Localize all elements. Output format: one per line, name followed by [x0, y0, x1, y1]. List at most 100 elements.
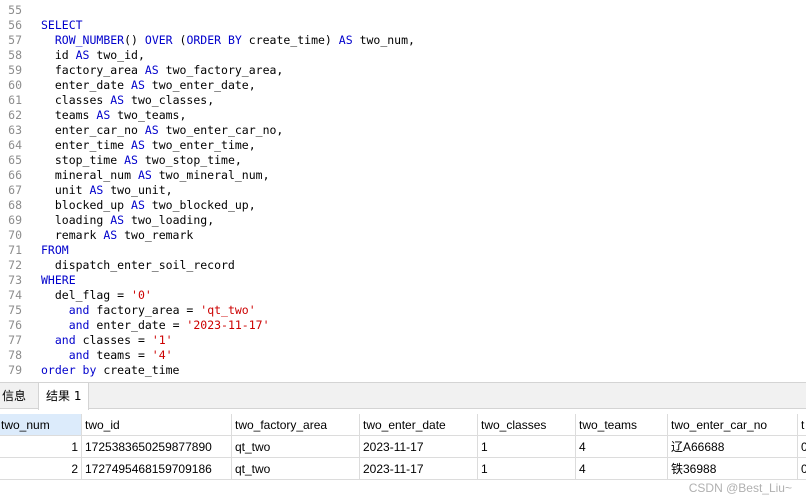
column-header-t[interactable]: t — [798, 414, 806, 436]
code-line[interactable]: 71 FROM — [0, 243, 806, 258]
sql-keyword: AS — [144, 63, 159, 77]
table-row[interactable]: 2 1727495468159709186 qt_two 2023-11-17 1 4 铁3… — [0, 458, 806, 480]
code-line[interactable]: 61 classes AS two_classes, — [0, 93, 806, 108]
table-cell[interactable]: 辽A66688 — [668, 436, 798, 458]
code-text: SELECT — [41, 18, 83, 33]
sql-token: two_stop_time, — [137, 153, 242, 167]
code-line[interactable]: 73 WHERE — [0, 273, 806, 288]
line-number: 76 — [8, 318, 22, 332]
code-line[interactable]: 70 remark AS two_remark — [0, 228, 806, 243]
table-cell[interactable]: 4 — [576, 436, 668, 458]
sql-token: two_enter_time, — [144, 138, 256, 152]
table-cell[interactable]: 1 — [478, 436, 576, 458]
code-text: dispatch_enter_soil_record — [41, 258, 235, 273]
sql-string: 'qt_two' — [200, 303, 256, 317]
code-line[interactable]: 69 loading AS two_loading, — [0, 213, 806, 228]
line-number: 77 — [8, 333, 22, 347]
code-line[interactable]: 59 factory_area AS two_factory_area, — [0, 63, 806, 78]
sql-token: two_remark — [117, 228, 194, 242]
code-line[interactable]: 74 del_flag = '0' — [0, 288, 806, 303]
sql-keyword: FROM — [41, 243, 69, 257]
sql-keyword: AS — [89, 183, 104, 197]
sql-keyword: WHERE — [41, 273, 76, 287]
sql-keyword: order by — [41, 363, 97, 377]
code-line[interactable]: 67 unit AS two_unit, — [0, 183, 806, 198]
table-row[interactable]: 1 1725383650259877890 qt_two 2023-11-17 1 4 辽A… — [0, 436, 806, 458]
code-line[interactable]: 62 teams AS two_teams, — [0, 108, 806, 123]
code-line[interactable]: 65 stop_time AS two_stop_time, — [0, 153, 806, 168]
code-line[interactable]: 55 — [0, 3, 806, 18]
table-cell[interactable]: qt_two — [232, 458, 360, 480]
sql-editor[interactable]: 55 56 SELECT 57 ROW_NUMBER() OVER (ORDER BY… — [0, 0, 806, 381]
sql-token: mineral_num — [41, 168, 138, 182]
code-text: del_flag = '0' — [41, 288, 152, 303]
sql-token: remark — [41, 228, 104, 242]
code-line[interactable]: 63 enter_car_no AS two_enter_car_no, — [0, 123, 806, 138]
sql-token: del_flag = — [41, 288, 132, 302]
column-header-two-classes[interactable]: two_classes — [478, 414, 576, 436]
code-line[interactable]: 56 SELECT — [0, 18, 806, 33]
sql-token: stop_time — [41, 153, 125, 167]
table-cell[interactable]: 铁36988 — [668, 458, 798, 480]
sql-keyword: AS — [338, 33, 353, 47]
code-text: loading AS two_loading, — [41, 213, 214, 228]
table-cell[interactable]: 1727495468159709186 — [82, 458, 232, 480]
code-line[interactable]: 60 enter_date AS two_enter_date, — [0, 78, 806, 93]
line-number: 60 — [8, 78, 22, 92]
line-number: 65 — [8, 153, 22, 167]
sql-token: enter_car_no — [41, 123, 145, 137]
csdn-watermark: CSDN @Best_Liu~ — [688, 481, 792, 495]
code-text: and factory_area = 'qt_two' — [41, 303, 256, 318]
code-line[interactable]: 58 id AS two_id, — [0, 48, 806, 63]
table-cell[interactable]: 2023-11-17 — [360, 458, 478, 480]
table-cell[interactable]: qt_two — [232, 436, 360, 458]
code-line[interactable]: 79 order by create_time — [0, 363, 806, 378]
code-line[interactable]: 78 and teams = '4' — [0, 348, 806, 363]
column-header-two-num[interactable]: two_num — [0, 414, 82, 436]
line-number: 62 — [8, 108, 22, 122]
column-header-two-enter-date[interactable]: two_enter_date — [360, 414, 478, 436]
tab-result-1[interactable]: 结果 1 — [38, 383, 90, 410]
table-cell[interactable]: 2023-11-17 — [360, 436, 478, 458]
code-text: id AS two_id, — [41, 48, 145, 63]
column-header-two-teams[interactable]: two_teams — [576, 414, 668, 436]
code-line[interactable]: 57 ROW_NUMBER() OVER (ORDER BY create_ti… — [0, 33, 806, 48]
tab-info[interactable]: 信息 — [0, 383, 32, 409]
code-line[interactable]: 72 dispatch_enter_soil_record — [0, 258, 806, 273]
sql-token: () — [124, 33, 145, 47]
table-cell[interactable]: 0 — [798, 436, 806, 458]
column-header-two-factory-area[interactable]: two_factory_area — [232, 414, 360, 436]
sql-keyword: AS — [131, 78, 145, 92]
line-number: 70 — [8, 228, 22, 242]
sql-keyword: AS — [137, 168, 152, 182]
code-text: teams AS two_teams, — [41, 108, 187, 123]
table-cell[interactable]: 4 — [576, 458, 668, 480]
code-line[interactable]: 77 and classes = '1' — [0, 333, 806, 348]
line-number: 63 — [8, 123, 22, 137]
table-cell[interactable]: 1725383650259877890 — [82, 436, 232, 458]
code-text: enter_date AS two_enter_date, — [41, 78, 256, 93]
code-line[interactable]: 64 enter_time AS two_enter_time, — [0, 138, 806, 153]
table-cell[interactable]: 2 — [0, 458, 82, 480]
sql-token: two_id, — [89, 48, 145, 62]
sql-keyword: AS — [131, 138, 145, 152]
table-cell[interactable]: 1 — [478, 458, 576, 480]
column-header-two-id[interactable]: two_id — [82, 414, 232, 436]
code-line[interactable]: 68 blocked_up AS two_blocked_up, — [0, 198, 806, 213]
code-line[interactable]: 75 and factory_area = 'qt_two' — [0, 303, 806, 318]
code-line[interactable]: 76 and enter_date = '2023-11-17' — [0, 318, 806, 333]
sql-keyword: AS — [131, 198, 145, 212]
sql-string: '0' — [131, 288, 152, 302]
table-cell[interactable]: 0 — [798, 458, 806, 480]
code-text: enter_time AS two_enter_time, — [41, 138, 256, 153]
column-header-two-enter-car-no[interactable]: two_enter_car_no — [668, 414, 798, 436]
sql-token: two_enter_date, — [144, 78, 256, 92]
code-line[interactable]: 66 mineral_num AS two_mineral_num, — [0, 168, 806, 183]
line-number: 72 — [8, 258, 22, 272]
code-text: blocked_up AS two_blocked_up, — [41, 198, 256, 213]
sql-token: loading — [41, 213, 111, 227]
line-number: 75 — [8, 303, 22, 317]
sql-token: id — [41, 48, 76, 62]
table-cell[interactable]: 1 — [0, 436, 82, 458]
